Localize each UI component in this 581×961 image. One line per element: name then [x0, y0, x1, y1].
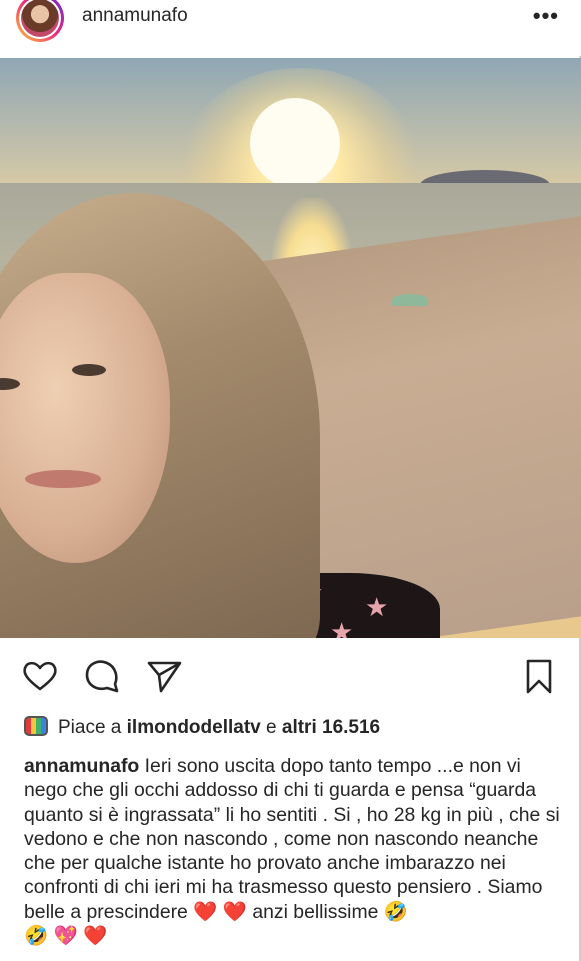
bookmark-icon[interactable]	[519, 656, 559, 696]
heart-icon[interactable]	[20, 656, 60, 696]
laugh-emoji: 🤣	[383, 900, 408, 923]
lips	[25, 470, 101, 488]
likes-prefix: Piace a	[58, 717, 122, 738]
post-photo[interactable]: ★ ★ ★ ★	[0, 58, 581, 638]
star-pattern: ★	[330, 618, 354, 638]
star-pattern: ★	[365, 593, 389, 623]
action-bar	[0, 648, 581, 704]
post-caption: annamunafo Ieri sono uscita dopo tanto t…	[24, 754, 569, 948]
more-horizontal-icon[interactable]: •••	[533, 3, 559, 29]
post-username[interactable]: annamunafo	[82, 5, 188, 27]
post-header: annamunafo •••	[0, 0, 581, 56]
caption-username[interactable]: annamunafo	[24, 755, 139, 777]
likes-line[interactable]: Piace a ilmondodellatv e altri 16.516	[24, 716, 380, 742]
sun	[250, 98, 340, 188]
beach-umbrella	[392, 294, 428, 306]
avatar-ring	[19, 0, 61, 39]
avatar[interactable]	[16, 0, 64, 42]
liker-username[interactable]: ilmondodellatv	[127, 717, 261, 738]
liker-avatar[interactable]	[24, 716, 48, 736]
send-icon[interactable]	[144, 656, 184, 696]
heart-emoji: ❤️ ❤️	[193, 900, 247, 923]
eye-right	[72, 364, 106, 376]
caption-text: Ieri sono uscita dopo tanto tempo ...e n…	[24, 755, 560, 923]
likes-count[interactable]: altri 16.516	[282, 717, 380, 738]
comment-icon[interactable]	[82, 656, 122, 696]
caption-overflow-emojis: 🤣 💖 ❤️	[24, 925, 108, 948]
avatar-photo	[21, 0, 59, 37]
likes-connector: e	[266, 717, 277, 738]
caption-after-hearts: anzi bellissime	[252, 900, 379, 923]
